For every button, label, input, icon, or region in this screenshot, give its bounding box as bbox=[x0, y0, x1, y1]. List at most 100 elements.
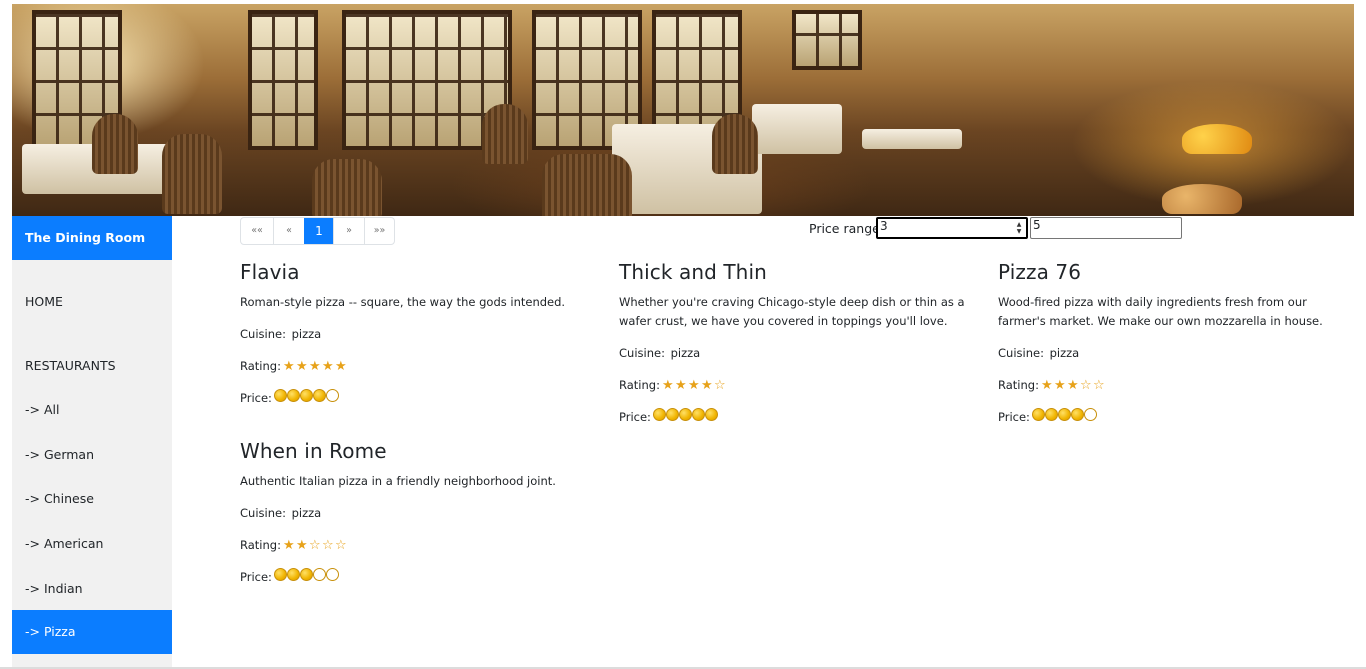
coin-filled-icon bbox=[1057, 408, 1071, 421]
chair-decor bbox=[542, 154, 632, 216]
price-min-input[interactable]: 3 ▲ ▼ bbox=[876, 217, 1028, 239]
star-filled-icon: ★ bbox=[1066, 378, 1079, 393]
rating-label: Rating: bbox=[619, 378, 660, 392]
nav-pizza[interactable]: -> Pizza bbox=[12, 610, 172, 654]
table-decor bbox=[862, 129, 962, 149]
coin-filled-icon bbox=[678, 408, 692, 421]
coin-empty-icon bbox=[312, 568, 326, 581]
table-decor bbox=[752, 104, 842, 154]
price-line: Price: bbox=[619, 407, 979, 427]
star-empty-icon: ☆ bbox=[1079, 378, 1092, 393]
banner-image bbox=[12, 4, 1354, 216]
coin-filled-icon bbox=[286, 568, 300, 581]
chair-decor bbox=[312, 159, 382, 216]
rating-stars: ★★☆☆☆ bbox=[283, 535, 348, 555]
page-prev-button[interactable]: « bbox=[273, 218, 304, 244]
nav-american[interactable]: -> American bbox=[12, 522, 172, 566]
cuisine-value: pizza bbox=[1049, 346, 1080, 360]
restaurant-name[interactable]: Thick and Thin bbox=[619, 260, 979, 284]
nav-indian[interactable]: -> Indian bbox=[12, 567, 172, 611]
price-max-input[interactable]: 5 bbox=[1030, 217, 1182, 239]
rating-line: Rating: ★★★☆☆ bbox=[998, 375, 1358, 395]
star-filled-icon: ★ bbox=[674, 378, 687, 393]
cuisine-line: Cuisine: pizza bbox=[240, 324, 600, 344]
cuisine-line: Cuisine: pizza bbox=[240, 503, 600, 523]
star-filled-icon: ★ bbox=[1053, 378, 1066, 393]
page-first-button[interactable]: «« bbox=[241, 218, 273, 244]
nav-german[interactable]: -> German bbox=[12, 433, 172, 477]
coin-filled-icon bbox=[652, 408, 666, 421]
page-last-button[interactable]: »» bbox=[364, 218, 394, 244]
page-current-button[interactable]: 1 bbox=[304, 218, 333, 244]
brand-link[interactable]: The Dining Room bbox=[12, 216, 172, 260]
price-coins bbox=[273, 388, 339, 408]
cuisine-line: Cuisine: pizza bbox=[619, 343, 979, 363]
coin-empty-icon bbox=[325, 389, 339, 402]
cuisine-line: Cuisine: pizza bbox=[998, 343, 1358, 363]
price-coins bbox=[273, 567, 339, 587]
star-empty-icon: ☆ bbox=[308, 538, 321, 553]
restaurant-card: Thick and Thin Whether you're craving Ch… bbox=[619, 260, 979, 427]
price-label: Price: bbox=[619, 410, 651, 424]
restaurant-description: Authentic Italian pizza in a friendly ne… bbox=[240, 474, 556, 488]
restaurant-description: Whether you're craving Chicago-style dee… bbox=[619, 295, 965, 328]
star-empty-icon: ☆ bbox=[713, 378, 726, 393]
window-decor bbox=[248, 10, 318, 150]
nav-restaurants[interactable]: RESTAURANTS bbox=[12, 344, 172, 388]
restaurant-card: When in Rome Authentic Italian pizza in … bbox=[240, 439, 600, 587]
nav-chinese[interactable]: -> Chinese bbox=[12, 477, 172, 521]
spinner-icon[interactable]: ▲ ▼ bbox=[1014, 221, 1024, 235]
page-next-button[interactable]: » bbox=[333, 218, 364, 244]
star-filled-icon: ★ bbox=[687, 378, 700, 393]
restaurant-card: Pizza 76 Wood-fired pizza with daily ing… bbox=[998, 260, 1358, 427]
rating-label: Rating: bbox=[998, 378, 1039, 392]
cuisine-value: pizza bbox=[291, 327, 322, 341]
coin-filled-icon bbox=[312, 389, 326, 402]
nav-home[interactable]: HOME bbox=[12, 280, 172, 324]
price-label: Price: bbox=[240, 391, 272, 405]
coin-filled-icon bbox=[691, 408, 705, 421]
nav-all[interactable]: -> All bbox=[12, 388, 172, 432]
price-min-value: 3 bbox=[880, 219, 888, 233]
star-filled-icon: ★ bbox=[295, 359, 308, 374]
sidebar: The Dining Room HOME RESTAURANTS -> All … bbox=[12, 216, 172, 669]
star-filled-icon: ★ bbox=[308, 359, 321, 374]
coin-filled-icon bbox=[299, 389, 313, 402]
cuisine-label: Cuisine: bbox=[998, 346, 1044, 360]
rating-label: Rating: bbox=[240, 538, 281, 552]
restaurant-name[interactable]: When in Rome bbox=[240, 439, 600, 463]
star-empty-icon: ☆ bbox=[1092, 378, 1105, 393]
chair-decor bbox=[162, 134, 222, 214]
coin-filled-icon bbox=[286, 389, 300, 402]
rating-stars: ★★★★☆ bbox=[662, 375, 727, 395]
chair-decor bbox=[92, 114, 138, 174]
star-filled-icon: ★ bbox=[1040, 378, 1053, 393]
star-filled-icon: ★ bbox=[321, 359, 334, 374]
star-filled-icon: ★ bbox=[282, 359, 295, 374]
price-line: Price: bbox=[240, 567, 600, 587]
rating-line: Rating: ★★★★☆ bbox=[619, 375, 979, 395]
coin-empty-icon bbox=[325, 568, 339, 581]
restaurant-name[interactable]: Flavia bbox=[240, 260, 600, 284]
star-filled-icon: ★ bbox=[661, 378, 674, 393]
cuisine-label: Cuisine: bbox=[240, 506, 286, 520]
restaurant-description: Roman-style pizza -- square, the way the… bbox=[240, 295, 566, 309]
restaurant-name[interactable]: Pizza 76 bbox=[998, 260, 1358, 284]
cuisine-label: Cuisine: bbox=[240, 327, 286, 341]
restaurant-description: Wood-fired pizza with daily ingredients … bbox=[998, 295, 1323, 328]
bread-decor bbox=[1162, 184, 1242, 214]
rating-label: Rating: bbox=[240, 359, 281, 373]
pagination: «« « 1 » »» bbox=[240, 217, 395, 245]
star-empty-icon: ☆ bbox=[334, 538, 347, 553]
coin-empty-icon bbox=[1083, 408, 1097, 421]
price-label: Price: bbox=[240, 570, 272, 584]
price-range-label: Price range bbox=[809, 221, 880, 236]
star-filled-icon: ★ bbox=[282, 538, 295, 553]
restaurant-card: Flavia Roman-style pizza -- square, the … bbox=[240, 260, 600, 408]
coin-filled-icon bbox=[665, 408, 679, 421]
coin-filled-icon bbox=[1070, 408, 1084, 421]
price-line: Price: bbox=[998, 407, 1358, 427]
price-label: Price: bbox=[998, 410, 1030, 424]
fruit-bowl-decor bbox=[1182, 124, 1252, 154]
chair-decor bbox=[712, 114, 758, 174]
